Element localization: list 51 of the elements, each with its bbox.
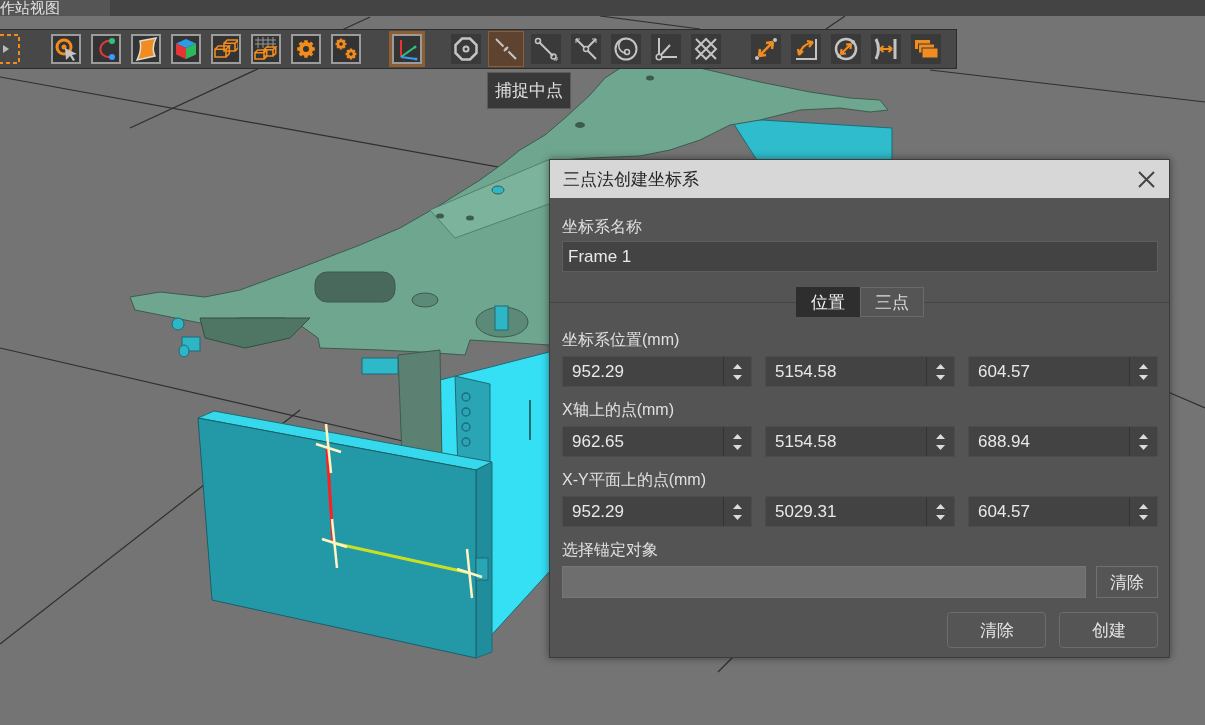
caret-down-icon[interactable]	[936, 444, 945, 450]
close-icon[interactable]	[1138, 170, 1155, 188]
snap-point-icon	[321, 518, 348, 569]
caret-down-icon[interactable]	[936, 514, 945, 520]
number-field[interactable]: 5029.31	[765, 496, 955, 527]
floor-grid-line	[1167, 391, 1205, 409]
dialog-button[interactable]: 清除	[947, 612, 1046, 648]
view-tab[interactable]: 作站视图	[0, 0, 110, 16]
number-field[interactable]: 604.57	[968, 496, 1158, 527]
caret-up-icon[interactable]	[733, 503, 742, 509]
dialog-title: 三点法创建坐标系	[563, 168, 699, 191]
tab[interactable]: 三点	[859, 287, 924, 317]
caret-up-icon[interactable]	[1139, 503, 1148, 509]
locating-pin	[171, 317, 201, 358]
caret-down-icon[interactable]	[1139, 514, 1148, 520]
number-field[interactable]: 962.65	[562, 426, 752, 457]
dashed-select-icon[interactable]	[0, 34, 20, 64]
name-field[interactable]: Frame 1	[562, 241, 1158, 272]
field-label: X轴上的点(mm)	[562, 400, 675, 420]
caret-down-icon[interactable]	[1139, 444, 1148, 450]
caret-up-icon[interactable]	[1139, 433, 1148, 439]
caret-up-icon[interactable]	[733, 433, 742, 439]
caret-up-icon[interactable]	[936, 433, 945, 439]
number-field[interactable]: 952.29	[562, 356, 752, 387]
caret-down-icon[interactable]	[733, 444, 742, 450]
tooltip: 捕捉中点	[487, 72, 571, 109]
caret-down-icon[interactable]	[936, 374, 945, 380]
caret-up-icon[interactable]	[936, 363, 945, 369]
caret-down-icon[interactable]	[733, 514, 742, 520]
field-label: X-Y平面上的点(mm)	[562, 470, 707, 490]
dialog-button[interactable]: 创建	[1059, 612, 1158, 648]
toolbar-button[interactable]	[488, 31, 524, 67]
number-field[interactable]: 688.94	[968, 426, 1158, 457]
snap-point-icon	[456, 548, 483, 599]
field-label: 坐标系位置(mm)	[562, 330, 681, 350]
number-field[interactable]: 5154.58	[765, 356, 955, 387]
field-label: 坐标系名称	[562, 217, 643, 237]
caret-up-icon[interactable]	[936, 503, 945, 509]
number-field[interactable]: 5154.58	[765, 426, 955, 457]
clamp-block	[361, 357, 399, 375]
toolbar-button[interactable]	[389, 31, 425, 67]
number-field[interactable]: 952.29	[562, 496, 752, 527]
caret-up-icon[interactable]	[1139, 363, 1148, 369]
number-field[interactable]: 604.57	[968, 356, 1158, 387]
field-label: 选择锚定对象	[562, 540, 659, 560]
caret-down-icon[interactable]	[733, 374, 742, 380]
caret-up-icon[interactable]	[733, 363, 742, 369]
caret-down-icon[interactable]	[1139, 374, 1148, 380]
midpoint-line-icon[interactable]	[494, 37, 518, 61]
tab[interactable]: 位置	[795, 287, 860, 317]
snap-point-icon	[315, 423, 342, 474]
